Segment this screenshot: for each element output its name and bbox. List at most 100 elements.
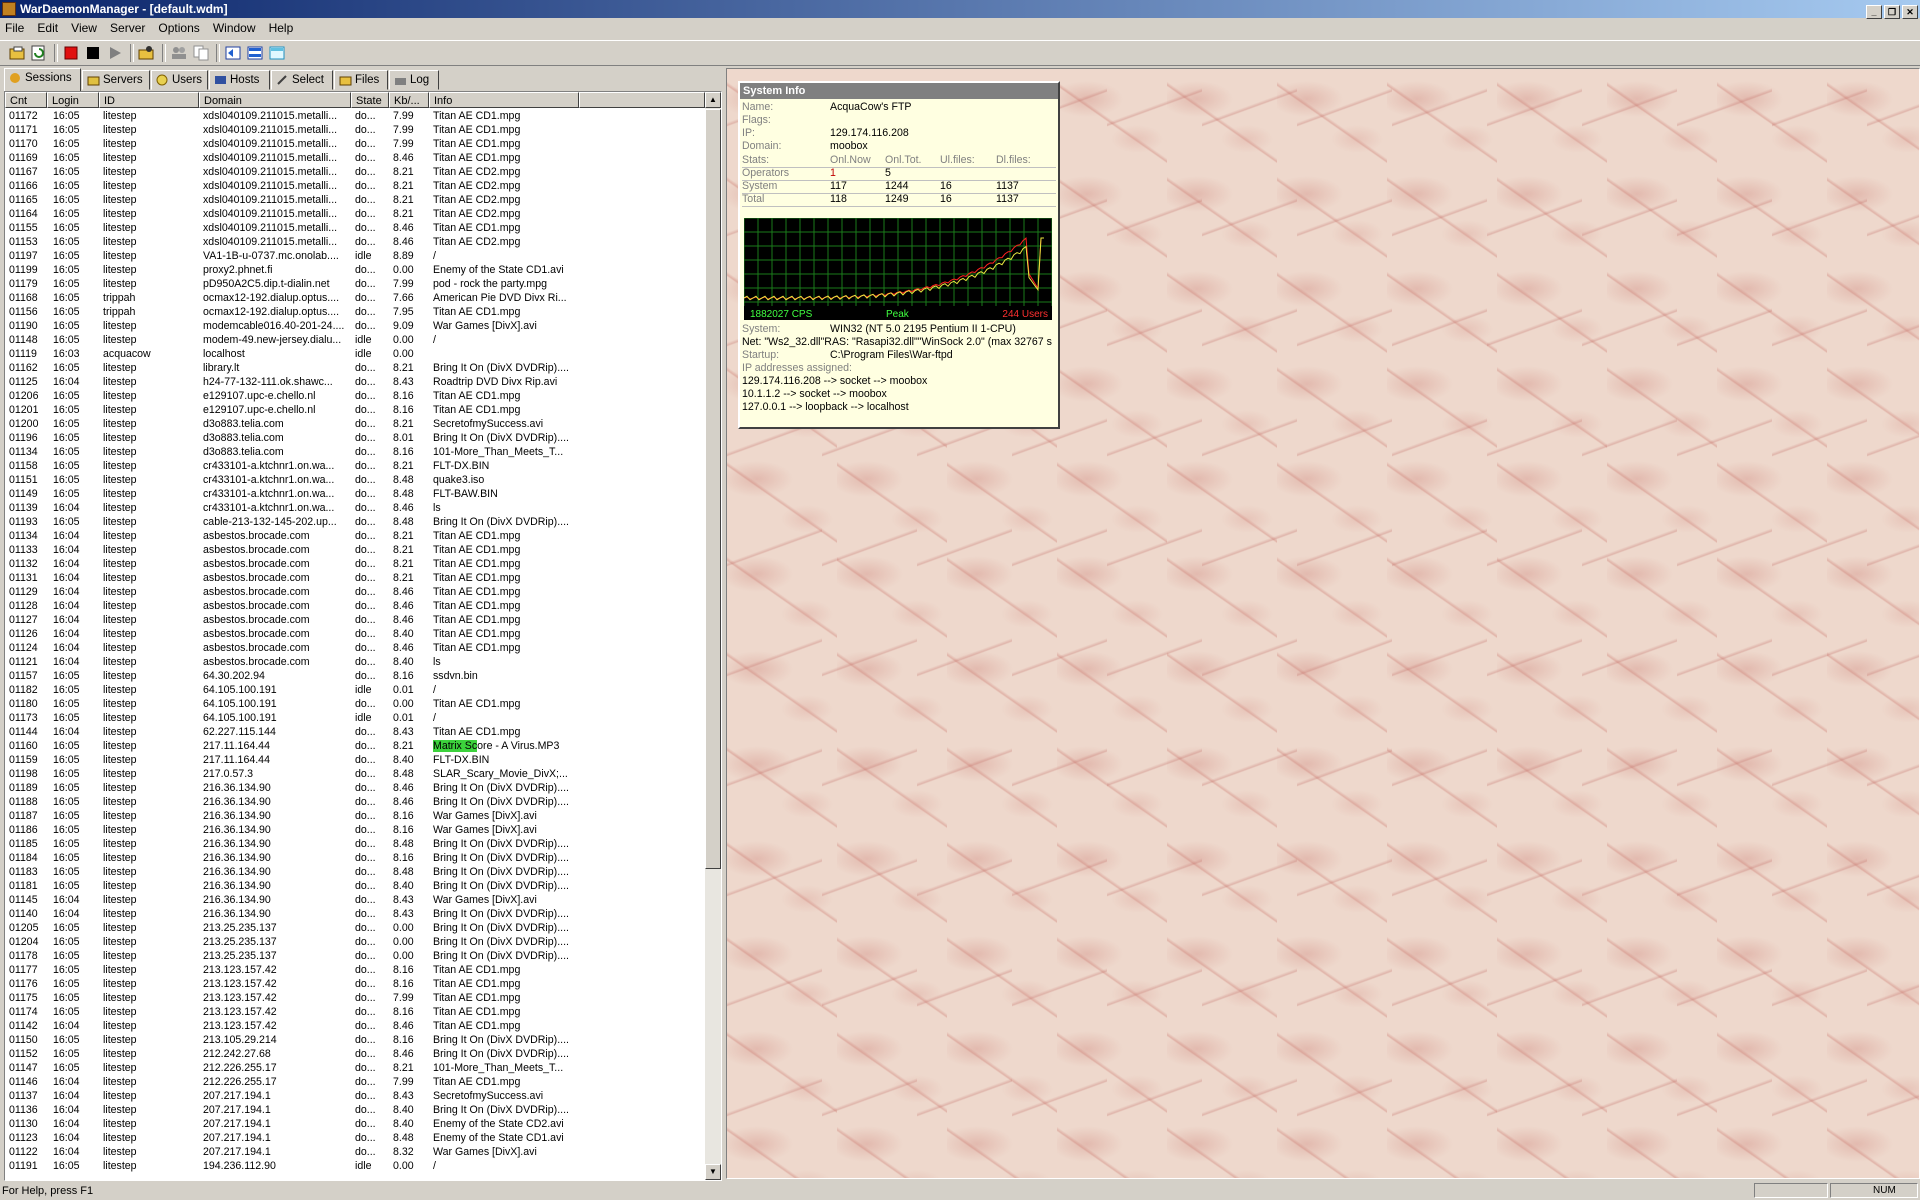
menu-window[interactable]: Window <box>208 21 261 35</box>
table-row[interactable]: 01175 16:05 litestep 213.123.157.42 do... 7.9… <box>5 991 705 1005</box>
table-row[interactable]: 01183 16:05 litestep 216.36.134.90 do... 8.48… <box>5 865 705 879</box>
cascade-icon[interactable] <box>224 45 242 61</box>
table-row[interactable]: 01128 16:04 litestep asbestos.brocade.com do… <box>5 599 705 613</box>
table-row[interactable]: 01167 16:05 litestep xdsl040109.211015.meta… <box>5 165 705 179</box>
sessions-list[interactable]: Cnt Login ID Domain State Kb/... Info 01… <box>4 91 722 1181</box>
table-row[interactable]: 01124 16:04 litestep asbestos.brocade.com do… <box>5 641 705 655</box>
table-row[interactable]: 01134 16:04 litestep asbestos.brocade.com do… <box>5 529 705 543</box>
table-row[interactable]: 01190 16:05 litestep modemcable016.40-201-2… <box>5 319 705 333</box>
tab-hosts[interactable]: Hosts <box>209 70 270 90</box>
table-row[interactable]: 01136 16:04 litestep 207.217.194.1 do... 8.40… <box>5 1103 705 1117</box>
table-row[interactable]: 01188 16:05 litestep 216.36.134.90 do... 8.46… <box>5 795 705 809</box>
table-row[interactable]: 01170 16:05 litestep xdsl040109.211015.meta… <box>5 137 705 151</box>
table-row[interactable]: 01197 16:05 litestep VA1-1B-u-0737.mc.onola… <box>5 249 705 263</box>
table-row[interactable]: 01133 16:04 litestep asbestos.brocade.com do… <box>5 543 705 557</box>
table-row[interactable]: 01157 16:05 litestep 64.30.202.94 do... 8.16 s… <box>5 669 705 683</box>
scroll-down-icon[interactable]: ▼ <box>705 1164 721 1180</box>
col-id[interactable]: ID <box>99 92 199 108</box>
refresh-icon[interactable] <box>30 45 48 61</box>
table-row[interactable]: 01140 16:04 litestep 216.36.134.90 do... 8.43… <box>5 907 705 921</box>
table-row[interactable]: 01180 16:05 litestep 64.105.100.191 do... 0.0… <box>5 697 705 711</box>
menu-view[interactable]: View <box>66 21 102 35</box>
table-row[interactable]: 01125 16:04 litestep h24-77-132-111.ok.shaw… <box>5 375 705 389</box>
menu-file[interactable]: File <box>0 21 29 35</box>
table-row[interactable]: 01144 16:04 litestep 62.227.115.144 do... 8.4… <box>5 725 705 739</box>
table-row[interactable]: 01148 16:05 litestep modem-49.new-jersey.di… <box>5 333 705 347</box>
table-row[interactable]: 01150 16:05 litestep 213.105.29.214 do... 8.1… <box>5 1033 705 1047</box>
table-row[interactable]: 01158 16:05 litestep cr433101-a.ktchnr1.on.… <box>5 459 705 473</box>
tab-sessions[interactable]: Sessions <box>4 68 81 91</box>
table-row[interactable]: 01178 16:05 litestep 213.25.235.137 do... 0.0… <box>5 949 705 963</box>
table-row[interactable]: 01204 16:05 litestep 213.25.235.137 do... 0.0… <box>5 935 705 949</box>
table-row[interactable]: 01181 16:05 litestep 216.36.134.90 do... 8.40… <box>5 879 705 893</box>
table-row[interactable]: 01199 16:05 litestep proxy2.phnet.fi do... 0.… <box>5 263 705 277</box>
tile-vertical-icon[interactable] <box>268 45 286 61</box>
table-row[interactable]: 01169 16:05 litestep xdsl040109.211015.meta… <box>5 151 705 165</box>
tab-users[interactable]: Users <box>151 70 208 90</box>
table-row[interactable]: 01155 16:05 litestep xdsl040109.211015.meta… <box>5 221 705 235</box>
table-row[interactable]: 01179 16:05 litestep pD950A2C5.dip.t-dialin… <box>5 277 705 291</box>
table-row[interactable]: 01127 16:04 litestep asbestos.brocade.com do… <box>5 613 705 627</box>
menu-server[interactable]: Server <box>105 21 150 35</box>
table-row[interactable]: 01130 16:04 litestep 207.217.194.1 do... 8.40… <box>5 1117 705 1131</box>
col-domain[interactable]: Domain <box>199 92 351 108</box>
table-row[interactable]: 01166 16:05 litestep xdsl040109.211015.meta… <box>5 179 705 193</box>
table-row[interactable]: 01131 16:04 litestep asbestos.brocade.com do… <box>5 571 705 585</box>
table-row[interactable]: 01186 16:05 litestep 216.36.134.90 do... 8.16… <box>5 823 705 837</box>
table-row[interactable]: 01187 16:05 litestep 216.36.134.90 do... 8.16… <box>5 809 705 823</box>
users-icon[interactable] <box>170 45 188 61</box>
table-row[interactable]: 01176 16:05 litestep 213.123.157.42 do... 8.1… <box>5 977 705 991</box>
table-row[interactable]: 01168 16:05 trippah ocmax12-192.dialup.optu… <box>5 291 705 305</box>
table-row[interactable]: 01137 16:04 litestep 207.217.194.1 do... 8.43… <box>5 1089 705 1103</box>
col-login[interactable]: Login <box>47 92 99 108</box>
table-row[interactable]: 01129 16:04 litestep asbestos.brocade.com do… <box>5 585 705 599</box>
tab-select[interactable]: Select <box>271 70 333 90</box>
table-row[interactable]: 01151 16:05 litestep cr433101-a.ktchnr1.on.… <box>5 473 705 487</box>
table-row[interactable]: 01160 16:05 litestep 217.11.164.44 do... 8.21… <box>5 739 705 753</box>
table-row[interactable]: 01162 16:05 litestep library.lt do... 8.21 Bri… <box>5 361 705 375</box>
table-row[interactable]: 01200 16:05 litestep d3o883.telia.com do... 8… <box>5 417 705 431</box>
table-row[interactable]: 01172 16:05 litestep xdsl040109.211015.meta… <box>5 109 705 123</box>
tab-servers[interactable]: Servers <box>82 70 150 90</box>
stop-red-icon[interactable] <box>62 45 80 61</box>
table-row[interactable]: 01149 16:05 litestep cr433101-a.ktchnr1.on.… <box>5 487 705 501</box>
open-icon[interactable] <box>8 45 26 61</box>
table-row[interactable]: 01123 16:04 litestep 207.217.194.1 do... 8.48… <box>5 1131 705 1145</box>
system-info-caption[interactable]: System Info <box>740 83 1058 99</box>
system-info-window[interactable]: System Info Name: AcquaCow's FTP Flags: I… <box>738 81 1060 429</box>
table-row[interactable]: 01156 16:05 trippah ocmax12-192.dialup.optu… <box>5 305 705 319</box>
table-row[interactable]: 01184 16:05 litestep 216.36.134.90 do... 8.16… <box>5 851 705 865</box>
table-row[interactable]: 01173 16:05 litestep 64.105.100.191 idle 0.01… <box>5 711 705 725</box>
menu-options[interactable]: Options <box>153 21 204 35</box>
minimize-icon[interactable]: _ <box>1866 5 1882 19</box>
col-info[interactable]: Info <box>429 92 579 108</box>
table-row[interactable]: 01146 16:04 litestep 212.226.255.17 do... 7.9… <box>5 1075 705 1089</box>
table-row[interactable]: 01177 16:05 litestep 213.123.157.42 do... 8.1… <box>5 963 705 977</box>
table-row[interactable]: 01153 16:05 litestep xdsl040109.211015.meta… <box>5 235 705 249</box>
copy-icon[interactable] <box>192 45 210 61</box>
table-row[interactable]: 01191 16:05 litestep 194.236.112.90 idle 0.00… <box>5 1159 705 1173</box>
tab-log[interactable]: Log <box>389 70 439 90</box>
scroll-thumb[interactable] <box>705 109 721 869</box>
play-icon[interactable] <box>106 45 124 61</box>
table-row[interactable]: 01205 16:05 litestep 213.25.235.137 do... 0.0… <box>5 921 705 935</box>
table-row[interactable]: 01126 16:04 litestep asbestos.brocade.com do… <box>5 627 705 641</box>
table-row[interactable]: 01165 16:05 litestep xdsl040109.211015.meta… <box>5 193 705 207</box>
table-row[interactable]: 01145 16:04 litestep 216.36.134.90 do... 8.43… <box>5 893 705 907</box>
col-cnt[interactable]: Cnt <box>5 92 47 108</box>
table-row[interactable]: 01198 16:05 litestep 217.0.57.3 do... 8.48 SLA… <box>5 767 705 781</box>
table-row[interactable]: 01121 16:04 litestep asbestos.brocade.com do… <box>5 655 705 669</box>
table-row[interactable]: 01132 16:04 litestep asbestos.brocade.com do… <box>5 557 705 571</box>
table-row[interactable]: 01142 16:04 litestep 213.123.157.42 do... 8.4… <box>5 1019 705 1033</box>
col-state[interactable]: State <box>351 92 389 108</box>
folder-key-icon[interactable] <box>138 45 156 61</box>
table-row[interactable]: 01174 16:05 litestep 213.123.157.42 do... 8.1… <box>5 1005 705 1019</box>
table-row[interactable]: 01159 16:05 litestep 217.11.164.44 do... 8.40… <box>5 753 705 767</box>
table-row[interactable]: 01193 16:05 litestep cable-213-132-145-202.… <box>5 515 705 529</box>
table-row[interactable]: 01189 16:05 litestep 216.36.134.90 do... 8.46… <box>5 781 705 795</box>
table-row[interactable]: 01206 16:05 litestep e129107.upc-e.chello.n… <box>5 389 705 403</box>
table-row[interactable]: 01201 16:05 litestep e129107.upc-e.chello.n… <box>5 403 705 417</box>
menu-help[interactable]: Help <box>264 21 299 35</box>
table-row[interactable]: 01119 16:03 acquacow localhost idle 0.00 <box>5 347 705 361</box>
table-row[interactable]: 01122 16:04 litestep 207.217.194.1 do... 8.32… <box>5 1145 705 1159</box>
